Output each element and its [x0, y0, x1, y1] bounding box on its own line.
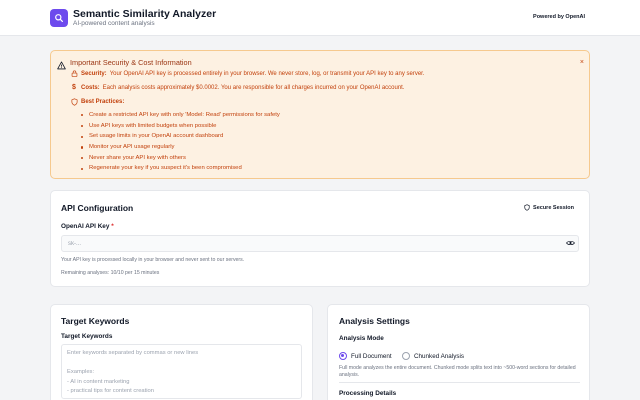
api-configuration-card: API Configuration Secure Session OpenAI …	[50, 190, 590, 287]
list-item: Regenerate your key if you suspect it's …	[81, 163, 280, 174]
lock-icon	[70, 70, 78, 77]
analysis-mode-label: Analysis Mode	[339, 335, 384, 342]
remaining-analyses: Remaining analyses: 10/10 per 15 minutes	[61, 270, 160, 276]
secure-session-label: Secure Session	[533, 204, 574, 211]
divider	[339, 382, 580, 383]
security-cost-alert: Important Security & Cost Information × …	[50, 50, 590, 179]
security-text: Your OpenAI API key is processed entirel…	[109, 70, 425, 77]
keywords-title: Target Keywords	[61, 316, 130, 326]
target-keywords-card: Target Keywords Target Keywords Enter ke…	[50, 304, 313, 400]
api-key-help-text: Your API key is processed locally in you…	[61, 257, 245, 263]
settings-title: Analysis Settings	[339, 316, 410, 326]
full-document-label: Full Document	[351, 352, 392, 360]
list-item: Set usage limits in your OpenAI account …	[81, 131, 280, 142]
eye-icon[interactable]	[565, 239, 575, 247]
best-practices-list: Create a restricted API key with only 'M…	[81, 110, 280, 174]
required-mark: *	[111, 223, 114, 230]
full-document-radio[interactable]	[339, 352, 347, 360]
security-note: Security: Your OpenAI API key is process…	[70, 70, 425, 77]
warning-triangle-icon	[57, 57, 66, 75]
best-practices-heading: Best Practices:	[70, 98, 127, 106]
app-subtitle: AI-powered content analysis	[73, 20, 155, 27]
app-header: Semantic Similarity Analyzer AI-powered …	[0, 0, 640, 36]
costs-text: Each analysis costs approximately $0.000…	[102, 84, 405, 91]
analysis-mode-description: Full mode analyzes the entire document. …	[339, 365, 576, 378]
api-key-input[interactable]	[61, 235, 579, 252]
list-item: Never share your API key with others	[81, 153, 280, 164]
app-title: Semantic Similarity Analyzer	[73, 8, 217, 20]
list-item: Monitor your API usage regularly	[81, 142, 280, 153]
close-alert-button[interactable]: ×	[580, 59, 584, 66]
powered-by-label: Powered by OpenAI	[533, 14, 585, 20]
chunked-analysis-option[interactable]: Chunked Analysis	[402, 352, 464, 360]
secure-session-badge: Secure Session	[524, 204, 574, 211]
list-item: Use API keys with limited budgets when p…	[81, 121, 280, 132]
api-key-label-text: OpenAI API Key	[61, 223, 110, 230]
api-key-label: OpenAI API Key *	[61, 223, 114, 230]
search-icon	[54, 13, 64, 23]
dollar-icon: $	[72, 84, 76, 91]
list-item: Create a restricted API key with only 'M…	[81, 110, 280, 121]
analysis-settings-card: Analysis Settings Analysis Mode Full Doc…	[327, 304, 590, 400]
shield-icon	[70, 98, 78, 106]
chunked-analysis-label: Chunked Analysis	[414, 352, 465, 360]
full-document-option[interactable]: Full Document	[339, 352, 392, 360]
best-practices-label: Best Practices:	[81, 99, 125, 105]
processing-details-label: Processing Details	[339, 390, 397, 397]
keywords-textarea[interactable]: Enter keywords separated by commas or ne…	[61, 344, 302, 399]
costs-label: Costs:	[81, 84, 100, 91]
chunked-analysis-radio[interactable]	[402, 352, 410, 360]
costs-note: $ Costs: Each analysis costs approximate…	[70, 84, 405, 91]
security-label: Security:	[81, 70, 107, 77]
alert-title: Important Security & Cost Information	[70, 58, 192, 67]
keywords-field-label: Target Keywords	[61, 333, 113, 340]
app-logo	[50, 9, 68, 27]
api-config-title: API Configuration	[61, 203, 134, 213]
shield-icon	[524, 204, 530, 211]
